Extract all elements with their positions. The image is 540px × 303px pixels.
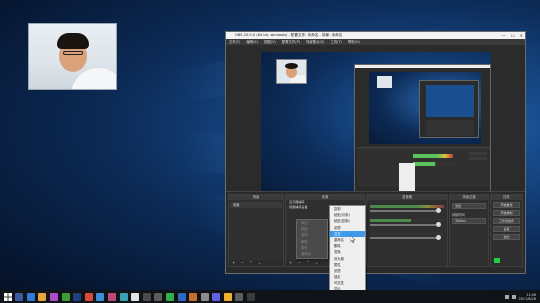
window-title: OBS 20.0.0 (64 bit, windows) - 配置文件: 未命名… [235, 33, 343, 37]
taskbar-app-icon[interactable] [73, 292, 82, 301]
taskbar-app-icon[interactable] [119, 292, 128, 301]
volume-slider[interactable] [370, 224, 436, 226]
taskbar-app-icon[interactable] [212, 292, 221, 301]
taskbar-app-icon[interactable] [200, 292, 209, 301]
transitions-dock-title: 场景过渡 [450, 195, 488, 200]
clock[interactable]: 11:06 2017/8/26 [519, 293, 536, 301]
clock-date: 2017/8/26 [518, 296, 536, 301]
taskbar-app-icon[interactable] [131, 292, 140, 301]
system-tray: 11:06 2017/8/26 [504, 293, 540, 301]
status-indicator [494, 258, 500, 263]
bottom-docks: 场景 场景 + − ⌃ ⌄ 来源 显示器捕获 视频捕获设备 + − ⌃ ⌄ 混音… [226, 191, 525, 272]
duration-label: 持续时间 [452, 213, 465, 217]
preview-webcam [276, 59, 307, 84]
taskbar-app-icon[interactable] [61, 292, 70, 301]
mixer-dock-title: 混音器 [367, 195, 447, 200]
taskbar-app-icon[interactable] [49, 292, 58, 301]
volume-handle[interactable] [436, 208, 441, 213]
taskbar-app-icon[interactable] [15, 292, 24, 301]
transition-select[interactable]: 淡出 [452, 203, 486, 209]
taskbar-app-icon[interactable] [96, 292, 105, 301]
taskbar-app-icon[interactable] [223, 292, 232, 301]
scenes-dock-title: 场景 [229, 195, 283, 200]
taskbar-app-icon[interactable] [154, 292, 163, 301]
taskbar-app-icon[interactable] [235, 292, 244, 301]
preview-canvas[interactable] [261, 52, 491, 204]
scene-list-item[interactable]: 场景 [230, 202, 282, 208]
source-context-menu: 复制 粘贴(引用) 粘贴(复制) 滤镜 交互 重命名 删除 变换 设为源 属性 … [329, 205, 366, 300]
scenes-dock: 场景 场景 + − ⌃ ⌄ [228, 194, 284, 267]
wifi-icon[interactable] [504, 294, 509, 299]
studio-mode-button[interactable]: 工作室模式 [493, 218, 520, 224]
windows-taskbar: 11:06 2017/8/26 [0, 290, 540, 303]
controls-dock: 控件 开始推流 开始录制 工作室模式 设置 退出 [490, 194, 523, 267]
webcam-overlay [28, 23, 117, 90]
duration-input[interactable]: 300ms [452, 218, 486, 224]
taskbar-app-icon[interactable] [177, 292, 186, 301]
taskbar-app-icon[interactable] [84, 292, 93, 301]
maximize-button[interactable]: ☐ [511, 32, 515, 39]
transitions-dock: 场景过渡 淡出 持续时间 300ms [449, 194, 489, 267]
person-hair [57, 33, 89, 49]
person-shirt [71, 68, 116, 89]
mixer-meter [370, 205, 444, 208]
mixer-meter [370, 219, 444, 222]
sub-item[interactable]: 重命名 [297, 251, 327, 257]
volume-slider[interactable] [370, 237, 436, 239]
exit-button[interactable]: 退出 [493, 234, 520, 240]
volume-icon[interactable] [511, 294, 516, 299]
minimize-button[interactable]: — [502, 32, 506, 39]
controls-dock-title: 控件 [491, 195, 522, 200]
volume-slider[interactable] [370, 210, 436, 212]
glasses-icon [63, 51, 83, 55]
taskbar-app-icon[interactable] [165, 292, 174, 301]
taskbar-app-icon[interactable] [142, 292, 151, 301]
window-titlebar[interactable]: OBS 20.0.0 (64 bit, windows) - 配置文件: 未命名… [226, 32, 525, 39]
mouse-cursor-icon [350, 235, 355, 243]
volume-handle[interactable] [436, 235, 441, 240]
mixer-meter [370, 232, 444, 235]
nested-obs-window [354, 64, 491, 196]
scenes-dock-footer[interactable]: + − ⌃ ⌄ [229, 260, 283, 266]
taskbar-icons [0, 292, 256, 301]
obs-window[interactable]: OBS 20.0.0 (64 bit, windows) - 配置文件: 未命名… [225, 31, 526, 274]
volume-handle[interactable] [436, 222, 441, 227]
settings-button[interactable]: 设置 [493, 226, 520, 232]
taskbar-app-icon[interactable] [26, 292, 35, 301]
taskbar-app-icon[interactable] [38, 292, 47, 301]
sources-sub-menu: 添加 粘贴 复制 删除 属性 重命名 [296, 219, 328, 259]
start-button-icon[interactable] [3, 292, 12, 301]
start-streaming-button[interactable]: 开始推流 [493, 202, 520, 208]
taskbar-app-icon[interactable] [189, 292, 198, 301]
taskbar-app-icon[interactable] [247, 292, 256, 301]
taskbar-app-icon[interactable] [107, 292, 116, 301]
mixer-dock: 混音器 [366, 194, 448, 267]
close-button[interactable]: ✕ [520, 32, 523, 39]
start-recording-button[interactable]: 开始录制 [493, 210, 520, 216]
